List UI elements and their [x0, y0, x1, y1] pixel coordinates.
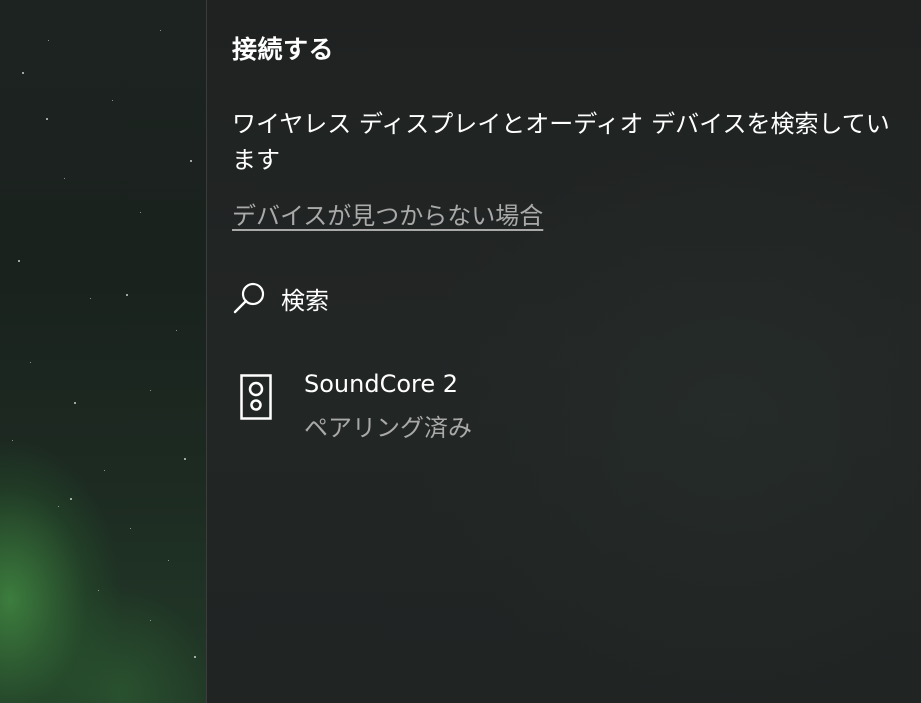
search-status-text: ワイヤレス ディスプレイとオーディオ デバイスを検索しています — [232, 110, 890, 174]
star — [22, 72, 24, 74]
star — [126, 294, 128, 296]
star — [112, 100, 113, 101]
star — [46, 118, 48, 120]
screen: 接続する ワイヤレス ディスプレイとオーディオ デバイスを検索しています デバイ… — [0, 0, 921, 703]
panel-title: 接続する — [232, 35, 335, 64]
star — [160, 30, 161, 31]
star — [184, 458, 186, 460]
star — [140, 212, 141, 213]
device-not-found-link[interactable]: デバイスが見つからない場合 — [232, 196, 543, 231]
connect-panel: 接続する ワイヤレス ディスプレイとオーディオ デバイスを検索しています デバイ… — [206, 0, 921, 703]
search-label: 検索 — [281, 286, 329, 315]
star — [18, 260, 20, 262]
star — [74, 402, 76, 404]
star — [130, 528, 131, 529]
star — [150, 390, 151, 391]
desktop-wallpaper — [0, 0, 206, 703]
star — [104, 470, 105, 471]
star — [12, 440, 13, 441]
star — [194, 656, 196, 658]
device-item[interactable]: SoundCore 2 ペアリング済み — [232, 364, 872, 446]
search-icon — [233, 282, 265, 314]
speaker-icon — [240, 374, 272, 420]
device-name: SoundCore 2 — [304, 370, 459, 398]
star — [168, 560, 169, 561]
device-status: ペアリング済み — [304, 414, 472, 442]
star — [30, 362, 31, 363]
star — [58, 506, 59, 507]
star — [176, 330, 177, 331]
star — [98, 590, 99, 591]
star — [190, 160, 192, 162]
star — [64, 178, 65, 179]
star — [150, 620, 151, 621]
star — [48, 40, 49, 41]
search-button[interactable]: 検索 — [232, 278, 329, 318]
star — [90, 298, 91, 299]
star — [70, 498, 72, 500]
